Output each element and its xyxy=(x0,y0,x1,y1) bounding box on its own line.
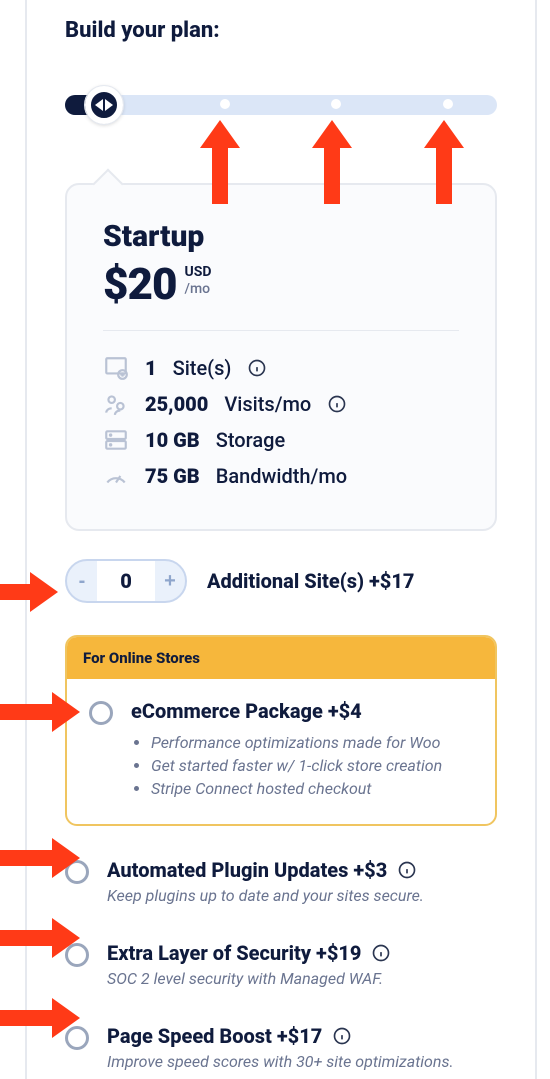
addon-desc: Improve speed scores with 30+ site optim… xyxy=(107,1052,497,1071)
addon-desc: SOC 2 level security with Managed WAF. xyxy=(107,969,497,988)
plan-tier-slider[interactable] xyxy=(65,79,497,129)
info-icon[interactable] xyxy=(332,1026,352,1046)
slider-tick xyxy=(331,99,341,109)
addon-plugin-updates: Automated Plugin Updates +$3 Keep plugin… xyxy=(65,854,497,909)
spec-sites: 1 Site(s) xyxy=(103,355,459,381)
page-title: Build your plan: xyxy=(65,18,497,43)
spec-storage: 10 GB Storage xyxy=(103,427,459,453)
ecommerce-bullet: Stripe Connect hosted checkout xyxy=(151,779,442,798)
spec-sites-value: 1 xyxy=(145,356,157,380)
info-icon[interactable] xyxy=(247,358,267,378)
slider-tick xyxy=(220,99,230,109)
info-icon[interactable] xyxy=(397,860,417,880)
addon-title: Extra Layer of Security +$19 xyxy=(107,941,361,965)
sites-icon xyxy=(103,355,129,381)
stepper-value: 0 xyxy=(97,561,155,601)
spec-bandwidth-label: Bandwidth/mo xyxy=(216,464,347,488)
slider-track xyxy=(65,95,497,115)
spec-bandwidth: 75 GB Bandwidth/mo xyxy=(103,463,459,489)
addon-radio[interactable] xyxy=(65,860,89,884)
card-caret xyxy=(92,168,123,199)
bandwidth-icon xyxy=(103,463,129,489)
ecommerce-addon-card: For Online Stores eCommerce Package +$4 … xyxy=(65,635,497,826)
info-icon[interactable] xyxy=(371,943,391,963)
spec-visits-label: Visits/mo xyxy=(224,392,311,416)
plan-price: $20 xyxy=(103,258,177,310)
ecommerce-bullet: Performance optimizations made for Woo xyxy=(151,733,442,752)
plan-price-meta: USD /mo xyxy=(185,264,212,298)
spec-visits-value: 25,000 xyxy=(145,392,208,416)
addon-title: Automated Plugin Updates +$3 xyxy=(107,858,387,882)
info-icon[interactable] xyxy=(327,394,347,414)
divider xyxy=(103,330,459,331)
additional-sites-label: Additional Site(s) +$17 xyxy=(207,569,414,593)
spec-visits: 25,000 Visits/mo xyxy=(103,391,459,417)
addon-security: Extra Layer of Security +$19 SOC 2 level… xyxy=(65,937,497,992)
ecommerce-bullet-list: Performance optimizations made for Woo G… xyxy=(131,733,442,798)
plan-currency: USD xyxy=(185,264,212,281)
stepper-plus-button[interactable]: + xyxy=(155,561,185,601)
stepper-minus-button[interactable]: - xyxy=(67,561,97,601)
plan-period: /mo xyxy=(185,281,212,298)
storage-icon xyxy=(103,427,129,453)
additional-sites-stepper: - 0 + xyxy=(65,559,187,603)
addon-page-speed: Page Speed Boost +$17 Improve speed scor… xyxy=(65,1020,497,1075)
ecommerce-content: eCommerce Package +$4 Performance optimi… xyxy=(131,699,442,802)
spec-bandwidth-value: 75 GB xyxy=(145,464,200,488)
spec-sites-label: Site(s) xyxy=(173,356,232,380)
plan-card: Startup $20 USD /mo 1 Site(s) 25,000 Vi xyxy=(65,183,497,531)
ecommerce-bullet: Get started faster w/ 1-click store crea… xyxy=(151,756,442,775)
ecommerce-title: eCommerce Package +$4 xyxy=(131,699,362,723)
ecommerce-badge: For Online Stores xyxy=(67,637,495,679)
addon-title: Page Speed Boost +$17 xyxy=(107,1024,322,1048)
addon-desc: Keep plugins up to date and your sites s… xyxy=(107,886,497,905)
spec-storage-value: 10 GB xyxy=(145,428,200,452)
plan-price-row: $20 USD /mo xyxy=(103,258,459,310)
plan-name: Startup xyxy=(103,219,459,254)
addon-radio[interactable] xyxy=(65,943,89,967)
slider-tick xyxy=(443,99,453,109)
ecommerce-radio[interactable] xyxy=(89,701,113,725)
visits-icon xyxy=(103,391,129,417)
addon-radio[interactable] xyxy=(65,1026,89,1050)
additional-sites-row: - 0 + Additional Site(s) +$17 xyxy=(65,559,497,603)
slider-handle[interactable] xyxy=(85,86,123,124)
pricing-panel: Build your plan: Startup $20 USD /mo 1 S… xyxy=(25,0,537,1079)
spec-storage-label: Storage xyxy=(216,428,285,452)
